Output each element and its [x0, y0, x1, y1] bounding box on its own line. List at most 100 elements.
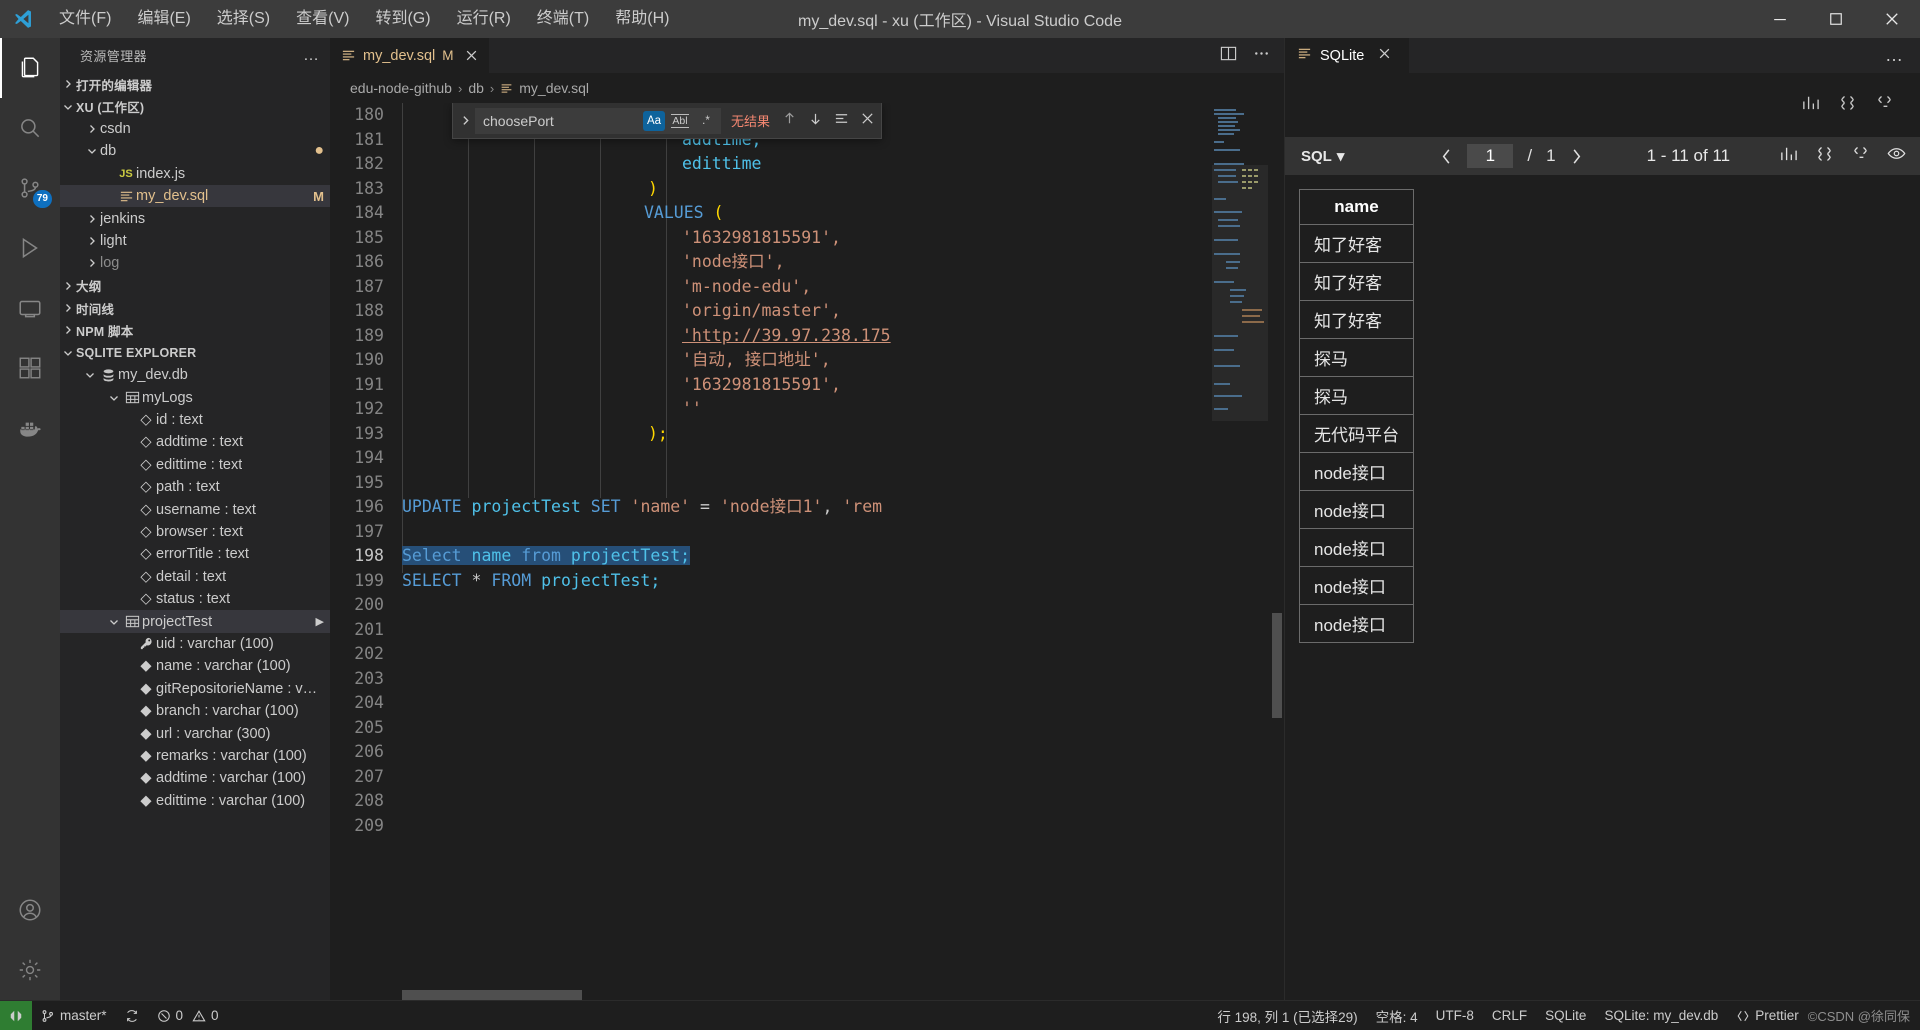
menu-view[interactable]: 查看(V): [283, 0, 362, 38]
close-find-icon[interactable]: [860, 111, 875, 131]
sqlite-db-my-dev[interactable]: my_dev.db: [60, 364, 330, 386]
tab-my-dev-sql[interactable]: my_dev.sql M: [330, 38, 489, 73]
menu-terminal[interactable]: 终端(T): [524, 0, 602, 38]
use-regex-icon[interactable]: .*: [695, 111, 717, 131]
activity-run-debug-icon[interactable]: [0, 218, 60, 278]
status-indentation[interactable]: 空格: 4: [1367, 1001, 1427, 1030]
editor-tabs[interactable]: my_dev.sql M: [330, 38, 1284, 73]
result-more-icon[interactable]: …: [1885, 38, 1920, 73]
window-controls[interactable]: [1752, 0, 1920, 38]
activity-extensions-icon[interactable]: [0, 338, 60, 398]
table-row[interactable]: 探马: [1299, 376, 1414, 415]
table-row[interactable]: node接口: [1299, 566, 1414, 605]
result-toolbar-actions[interactable]: [1779, 144, 1906, 168]
tab-close-icon[interactable]: [465, 49, 478, 62]
status-eol[interactable]: CRLF: [1483, 1001, 1536, 1030]
cell-name[interactable]: 知了好客: [1299, 300, 1414, 339]
find-widget[interactable]: choosePort Aa Abl .* 无结果: [452, 103, 882, 139]
breadcrumb[interactable]: edu-node-github › db › my_dev.sql: [330, 73, 1284, 103]
previous-page-icon[interactable]: [1440, 148, 1453, 165]
code-content[interactable]: 180 181 182 183 184 185 186 187 188 189 …: [330, 103, 1284, 1000]
folder-light[interactable]: light: [60, 230, 330, 252]
column-path[interactable]: ◇ path : text: [60, 476, 330, 498]
code-token-url[interactable]: 'http://39.97.238.175: [402, 326, 891, 345]
cell-name[interactable]: 探马: [1299, 376, 1414, 415]
menu-file[interactable]: 文件(F): [46, 0, 124, 38]
menu-help[interactable]: 帮助(H): [602, 0, 682, 38]
breadcrumb-edu-node-github[interactable]: edu-node-github: [350, 80, 452, 96]
editor-scroll-thumb[interactable]: [1272, 613, 1282, 718]
result-header-actions[interactable]: [1285, 73, 1920, 137]
split-editor-icon[interactable]: [1220, 45, 1237, 67]
cell-name[interactable]: node接口: [1299, 566, 1414, 605]
sidebar-section-outline[interactable]: 大纲: [60, 275, 330, 297]
menu-go[interactable]: 转到(G): [362, 0, 443, 38]
file-my-dev-sql[interactable]: my_dev.sql M: [60, 184, 330, 208]
result-table-container[interactable]: name 知了好客 知了好客 知了好客 探马 探马 无代码平台 node接口 n…: [1285, 175, 1920, 1000]
table-row[interactable]: 探马: [1299, 338, 1414, 377]
menu-bar[interactable]: 文件(F) 编辑(E) 选择(S) 查看(V) 转到(G) 运行(R) 终端(T…: [46, 0, 682, 38]
table-row[interactable]: node接口: [1299, 528, 1414, 567]
sidebar-section-timeline[interactable]: 时间线: [60, 297, 330, 319]
chart-icon[interactable]: [1779, 144, 1798, 168]
sqlite-table-mylogs[interactable]: myLogs: [60, 386, 330, 408]
sidebar-more-icon[interactable]: …: [303, 47, 320, 65]
export-json-icon[interactable]: [1815, 144, 1834, 168]
next-match-icon[interactable]: [808, 111, 823, 131]
export-json-icon[interactable]: [1838, 93, 1857, 117]
column-header-name[interactable]: name: [1299, 189, 1414, 225]
table-row[interactable]: 知了好客: [1299, 262, 1414, 301]
close-button[interactable]: [1864, 0, 1920, 38]
cell-name[interactable]: node接口: [1299, 452, 1414, 491]
sql-dropdown[interactable]: SQL ▾: [1301, 147, 1344, 166]
column-addtime[interactable]: ◇ addtime : text: [60, 431, 330, 453]
run-query-icon[interactable]: ▶: [316, 615, 324, 628]
tab-sqlite-result[interactable]: SQLite: [1285, 38, 1409, 73]
pagination[interactable]: 1 / 1: [1440, 144, 1582, 168]
column-id[interactable]: ◇ id : text: [60, 409, 330, 431]
match-case-icon[interactable]: Aa: [643, 110, 665, 131]
export-csv-icon[interactable]: [1875, 93, 1894, 117]
folder-db[interactable]: db ●: [60, 140, 330, 162]
sidebar-section-workspace[interactable]: XU (工作区): [60, 95, 330, 117]
column-uid[interactable]: uid : varchar (100): [60, 633, 330, 655]
column-addtime-pt[interactable]: ◆ addtime : varchar (100): [60, 767, 330, 789]
column-edittime-pt[interactable]: ◆ edittime : varchar (100): [60, 790, 330, 812]
column-errortitle[interactable]: ◇ errorTitle : text: [60, 543, 330, 565]
folder-jenkins[interactable]: jenkins: [60, 207, 330, 229]
chart-icon[interactable]: [1801, 93, 1820, 117]
activity-search-icon[interactable]: [0, 98, 60, 158]
menu-selection[interactable]: 选择(S): [204, 0, 283, 38]
cell-name[interactable]: node接口: [1299, 604, 1414, 643]
activity-source-control-icon[interactable]: 79: [0, 158, 60, 218]
column-browser[interactable]: ◇ browser : text: [60, 521, 330, 543]
column-name[interactable]: ◆ name : varchar (100): [60, 655, 330, 677]
whole-word-icon[interactable]: Abl: [669, 111, 691, 131]
activity-docker-icon[interactable]: [0, 398, 60, 458]
activity-remote-explorer-icon[interactable]: [0, 278, 60, 338]
code-lines[interactable]: addtime, edittime ) VALUES ( '1632981815…: [402, 103, 1284, 1000]
status-remote-button[interactable]: [0, 1001, 32, 1030]
result-tab-close-icon[interactable]: [1378, 47, 1391, 64]
sidebar-section-npm[interactable]: NPM 脚本: [60, 319, 330, 341]
find-options[interactable]: Aa Abl .*: [643, 107, 721, 134]
column-edittime[interactable]: ◇ edittime : text: [60, 454, 330, 476]
cell-name[interactable]: 知了好客: [1299, 224, 1414, 263]
cell-name[interactable]: node接口: [1299, 490, 1414, 529]
column-gitrepositoriename[interactable]: ◆ gitRepositorieName : varc...: [60, 678, 330, 700]
cell-name[interactable]: 无代码平台: [1299, 414, 1414, 453]
activity-bar[interactable]: 79: [0, 38, 60, 1000]
eye-icon[interactable]: [1887, 144, 1906, 168]
table-row[interactable]: 无代码平台: [1299, 414, 1414, 453]
menu-edit[interactable]: 编辑(E): [124, 0, 203, 38]
menu-run[interactable]: 运行(R): [444, 0, 524, 38]
column-status[interactable]: ◇ status : text: [60, 588, 330, 610]
column-branch[interactable]: ◆ branch : varchar (100): [60, 700, 330, 722]
table-row[interactable]: 知了好客: [1299, 224, 1414, 263]
breadcrumb-db[interactable]: db: [468, 80, 484, 96]
find-in-selection-icon[interactable]: [834, 111, 849, 131]
find-actions[interactable]: [782, 111, 875, 131]
sidebar-section-sqlite-explorer[interactable]: SQLITE EXPLORER: [60, 342, 330, 364]
cell-name[interactable]: 探马: [1299, 338, 1414, 377]
explorer-tree[interactable]: 打开的编辑器 XU (工作区) csdn db ● JS index.js my…: [60, 73, 330, 1000]
